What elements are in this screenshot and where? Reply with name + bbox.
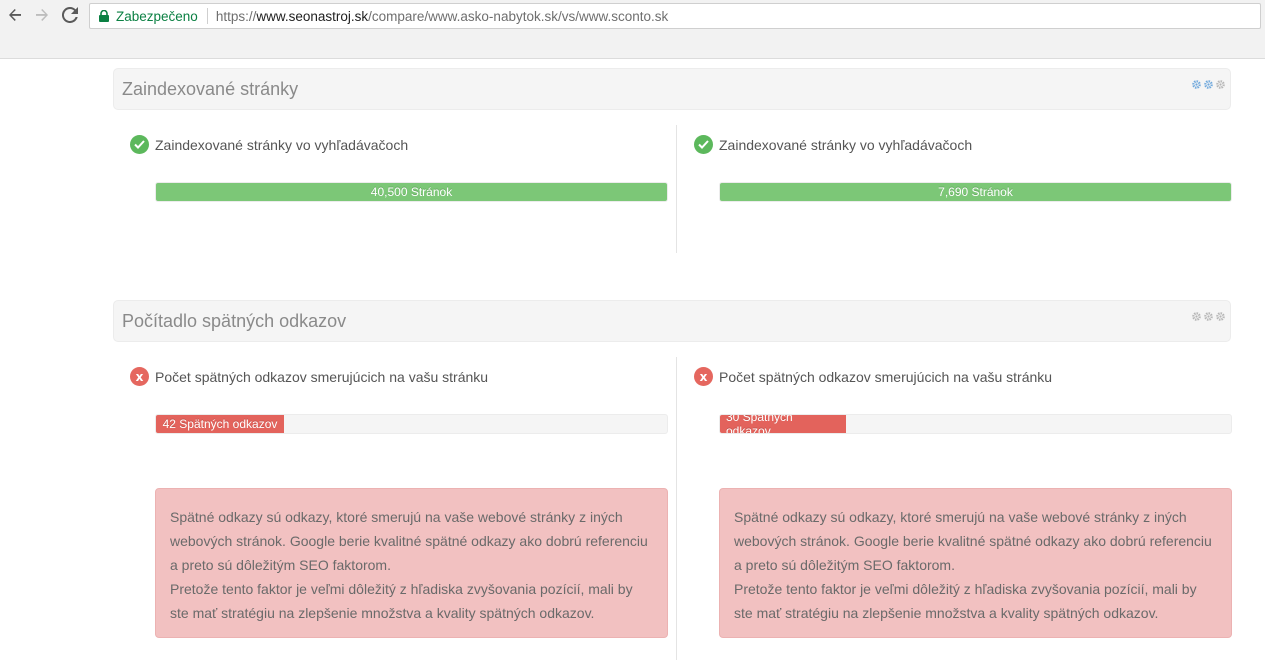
url-host: www.seonastroj.sk — [256, 8, 369, 24]
check-icon — [694, 135, 713, 154]
back-arrow-icon — [9, 9, 21, 21]
indexed-progress-bar: 7,690 Stránok — [719, 182, 1232, 202]
backlinks-column-right: x Počet spätných odkazov smerujúcich na … — [694, 367, 1234, 647]
indexed-label: Zaindexované stránky vo vyhľadávačoch — [719, 136, 973, 153]
indexed-row-title: Zaindexované stránky vo vyhľadávačoch — [130, 135, 408, 154]
section-header-backlinks: Počítadlo spätných odkazov — [113, 300, 1231, 342]
backlinks-info-note: Spätné odkazy sú odkazy, ktoré smerujú n… — [155, 488, 668, 638]
indexed-label: Zaindexované stránky vo vyhľadávačoch — [155, 136, 409, 153]
section-title: Zaindexované stránky — [122, 79, 299, 99]
url-scheme: https:// — [215, 8, 257, 24]
column-divider — [676, 357, 677, 660]
reload-button[interactable] — [59, 4, 81, 26]
backlinks-info-note: Spätné odkazy sú odkazy, ktoré smerujú n… — [719, 488, 1232, 638]
forward-arrow-icon — [36, 9, 48, 21]
indexed-column-left: Zaindexované stránky vo vyhľadávačoch 40… — [130, 135, 670, 215]
x-icon: x — [694, 367, 713, 386]
gear-icon[interactable] — [1203, 311, 1214, 322]
address-divider — [206, 8, 208, 24]
backlinks-progress-bar: 30 Spätných odkazov — [719, 414, 1232, 434]
note-paragraph: Spätné odkazy sú odkazy, ktoré smerujú n… — [170, 509, 648, 573]
note-paragraph: Pretože tento faktor je veľmi dôležitý z… — [734, 581, 1197, 621]
section-header-indexed-pages: Zaindexované stránky — [113, 68, 1231, 110]
x-icon: x — [130, 367, 149, 386]
gear-icon[interactable] — [1191, 311, 1202, 322]
gear-icon[interactable] — [1215, 79, 1226, 90]
backlinks-label: Počet spätných odkazov smerujúcich na va… — [719, 368, 1053, 385]
browser-toolbar: Zabezpečeno https://www.seonastroj.sk/co… — [0, 0, 1265, 59]
forward-button[interactable] — [31, 4, 53, 26]
url-path: /compare/www.asko-nabytok.sk/vs/www.scon… — [368, 8, 669, 24]
note-paragraph: Pretože tento faktor je veľmi dôležitý z… — [170, 581, 633, 621]
backlinks-progress-bar: 42 Spätných odkazov — [155, 414, 668, 434]
section-settings[interactable] — [1191, 79, 1226, 90]
section-title: Počítadlo spätných odkazov — [122, 311, 347, 331]
lock-icon — [99, 10, 109, 22]
gear-icon[interactable] — [1203, 79, 1214, 90]
gear-icon[interactable] — [1191, 79, 1202, 90]
indexed-progress-fill: 40,500 Stránok — [156, 183, 667, 201]
backlinks-row-title: x Počet spätných odkazov smerujúcich na … — [130, 367, 488, 386]
section-settings[interactable] — [1191, 311, 1226, 322]
indexed-column-right: Zaindexované stránky vo vyhľadávačoch 7,… — [694, 135, 1234, 215]
column-divider — [676, 125, 677, 253]
backlinks-progress-fill: 42 Spätných odkazov — [156, 415, 284, 433]
reload-icon — [62, 7, 78, 23]
back-button[interactable] — [4, 4, 26, 26]
indexed-row-title: Zaindexované stránky vo vyhľadávačoch — [694, 135, 972, 154]
note-paragraph: Spätné odkazy sú odkazy, ktoré smerujú n… — [734, 509, 1212, 573]
address-bar[interactable]: Zabezpečeno https://www.seonastroj.sk/co… — [89, 3, 1261, 29]
indexed-progress-fill: 7,690 Stránok — [720, 183, 1231, 201]
indexed-progress-bar: 40,500 Stránok — [155, 182, 668, 202]
secure-label: Zabezpečeno — [116, 8, 198, 24]
gear-icon[interactable] — [1215, 311, 1226, 322]
backlinks-progress-fill: 30 Spätných odkazov — [720, 415, 846, 433]
check-icon — [130, 135, 149, 154]
backlinks-row-title: x Počet spätných odkazov smerujúcich na … — [694, 367, 1052, 386]
backlinks-column-left: x Počet spätných odkazov smerujúcich na … — [130, 367, 670, 647]
backlinks-label: Počet spätných odkazov smerujúcich na va… — [155, 368, 489, 385]
